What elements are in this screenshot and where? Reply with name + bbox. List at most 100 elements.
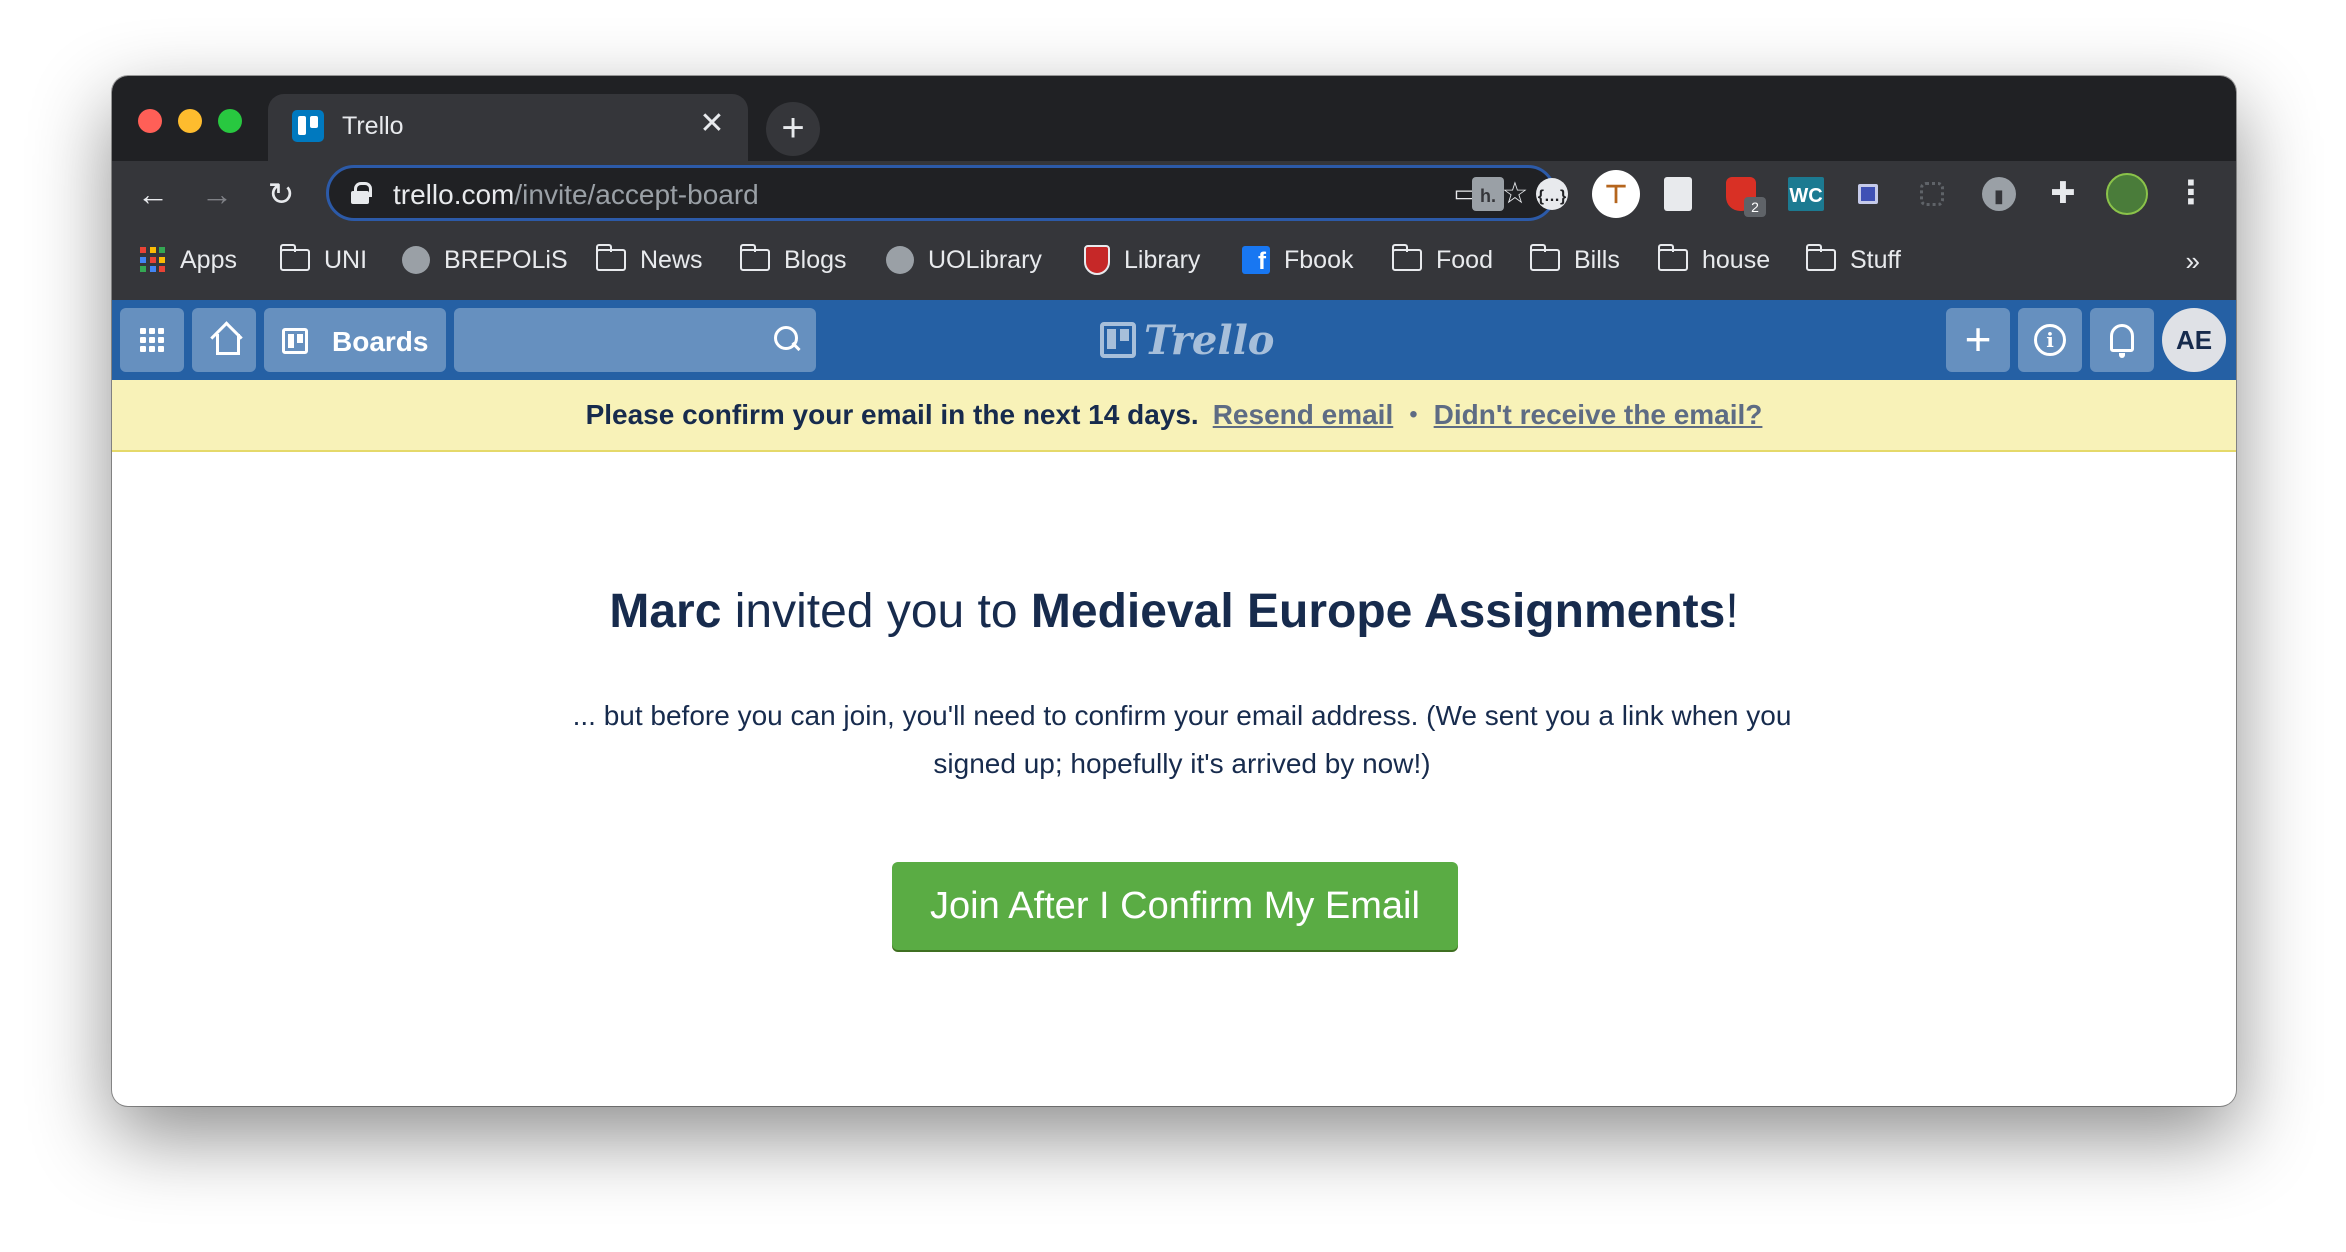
folder-icon — [1391, 244, 1422, 271]
json-extension-icon[interactable]: {…} — [1536, 178, 1568, 210]
notifications-button[interactable] — [2090, 308, 2154, 372]
invite-end-text: ! — [1725, 585, 1739, 638]
hypothesis-extension-icon[interactable]: h. — [1472, 177, 1504, 211]
banner-message: Please confirm your email in the next 14… — [585, 399, 1199, 430]
folder-icon — [1529, 244, 1560, 271]
trello-logo[interactable]: Trello — [1100, 316, 1275, 364]
invite-heading: Marc invited you to Medieval Europe Assi… — [112, 584, 2236, 639]
folder-icon — [1805, 244, 1836, 271]
bookmark-bills[interactable]: Bills — [1529, 242, 1620, 278]
url-host: trello.com — [393, 179, 515, 210]
forward-arrow-icon[interactable]: → — [194, 171, 240, 217]
bookmark-label: BREPOLiS — [444, 245, 568, 274]
bookmark-label: Blogs — [784, 245, 847, 274]
folder-icon — [595, 244, 626, 271]
facebook-icon: f — [1242, 246, 1270, 275]
maximize-window-button[interactable] — [218, 109, 242, 133]
resend-email-link[interactable]: Resend email — [1213, 399, 1394, 431]
bookmark-blogs[interactable]: Blogs — [739, 242, 847, 278]
board-name: Medieval Europe Assignments — [1030, 585, 1726, 638]
bookmark-uolibrary[interactable]: UOLibrary — [886, 242, 1042, 278]
bookmark-label: Stuff — [1850, 245, 1901, 274]
globe-icon — [886, 246, 914, 274]
board-icon — [282, 328, 308, 354]
bookmark-label: Apps — [180, 245, 237, 274]
bookmark-label: News — [640, 245, 703, 274]
info-button[interactable]: i — [2018, 308, 2082, 372]
home-icon — [212, 328, 240, 355]
browser-toolbar: ← → ↻ trello.com/invite/accept-board ▭ ☆… — [112, 161, 2236, 228]
trello-logo-icon — [1100, 322, 1136, 358]
bookmark-library[interactable]: Library — [1084, 242, 1200, 278]
apps-switcher-button[interactable] — [120, 308, 184, 372]
url-path: /invite/accept-board — [514, 179, 759, 210]
inviter-name: Marc — [609, 585, 722, 638]
close-tab-icon[interactable]: ✕ — [696, 108, 728, 140]
email-confirm-banner: Please confirm your email in the next 14… — [112, 380, 2236, 452]
apps-grid-icon — [140, 247, 166, 273]
bookmark-label: UOLibrary — [928, 245, 1042, 274]
member-avatar[interactable]: AE — [2162, 308, 2226, 372]
minimize-window-button[interactable] — [178, 109, 202, 133]
profile-avatar-icon[interactable] — [2106, 173, 2148, 215]
banner-separator: • — [1409, 401, 1418, 428]
join-after-confirm-button[interactable]: Join After I Confirm My Email — [892, 862, 1458, 950]
extensions-puzzle-icon[interactable]: ✚ — [2044, 175, 2082, 213]
bookmark-label: house — [1702, 245, 1771, 274]
bookmark-label: Fbook — [1284, 245, 1354, 274]
crest-icon — [1084, 245, 1110, 275]
trello-header: Boards Trello + i AE — [112, 300, 2236, 380]
bookmark-label: Bills — [1574, 245, 1620, 274]
url-text[interactable]: trello.com/invite/accept-board — [393, 179, 759, 211]
bell-icon — [2110, 324, 2134, 358]
invite-middle-text: invited you to — [721, 585, 1031, 638]
info-icon: i — [2034, 324, 2066, 356]
logo-text: Trello — [1144, 316, 1275, 364]
lock-icon[interactable] — [351, 182, 372, 204]
reload-icon[interactable]: ↻ — [258, 171, 304, 217]
bookmark-fbook[interactable]: f Fbook — [1242, 242, 1353, 278]
bookmark-brepolis[interactable]: BREPOLiS — [402, 242, 568, 278]
close-window-button[interactable] — [138, 109, 162, 133]
trello-favicon-icon — [292, 110, 324, 142]
home-button[interactable] — [192, 308, 256, 372]
browser-window: Trello ✕ + ← → ↻ trello.com/invite/accep… — [112, 76, 2236, 1106]
bookmark-apps[interactable]: Apps — [140, 242, 237, 278]
tab-strip: Trello ✕ + — [112, 76, 2236, 161]
bookmark-label: Library — [1124, 245, 1201, 274]
chart-extension-icon[interactable]: ▮ — [1982, 177, 2016, 211]
grid-extension-icon[interactable] — [1920, 182, 1944, 206]
bookmark-uni[interactable]: UNI — [279, 242, 368, 278]
zotero-extension-icon[interactable]: ⊤ — [1592, 170, 1640, 218]
new-tab-button[interactable]: + — [766, 102, 820, 156]
bookmark-label: Food — [1436, 245, 1493, 274]
folder-icon — [279, 244, 310, 271]
extension-badge: 2 — [1744, 197, 1766, 217]
square-extension-icon[interactable] — [1858, 184, 1878, 204]
folder-icon — [739, 244, 770, 271]
folder-icon — [1657, 244, 1688, 271]
bookmark-stuff[interactable]: Stuff — [1805, 242, 1901, 278]
boards-button[interactable]: Boards — [264, 308, 446, 372]
globe-icon — [402, 246, 430, 274]
boards-label: Boards — [332, 326, 429, 357]
search-input[interactable] — [454, 308, 816, 372]
search-icon[interactable] — [774, 326, 798, 350]
document-extension-icon[interactable] — [1664, 177, 1692, 211]
bookmark-news[interactable]: News — [595, 242, 703, 278]
browser-menu-icon[interactable]: ⋮ — [2172, 173, 2210, 211]
not-received-link[interactable]: Didn't receive the email? — [1434, 399, 1763, 431]
bookmarks-bar: Apps UNI BREPOLiS News Blogs UOLibrary L… — [112, 228, 2236, 300]
tab-trello[interactable]: Trello ✕ — [268, 94, 748, 161]
back-arrow-icon[interactable]: ← — [130, 171, 176, 217]
create-button[interactable]: + — [1946, 308, 2010, 372]
invite-description: ... but before you can join, you'll need… — [572, 700, 1792, 779]
address-bar[interactable]: trello.com/invite/accept-board ▭ ☆ — [326, 165, 1556, 221]
apps-grid-icon — [140, 328, 164, 352]
bookmark-food[interactable]: Food — [1391, 242, 1493, 278]
tab-title: Trello — [342, 112, 404, 140]
bookmarks-overflow-icon[interactable]: » — [2186, 246, 2200, 277]
wordcount-extension-icon[interactable]: WC — [1788, 177, 1824, 211]
bookmark-house[interactable]: house — [1657, 242, 1771, 278]
bookmark-label: UNI — [324, 245, 368, 274]
